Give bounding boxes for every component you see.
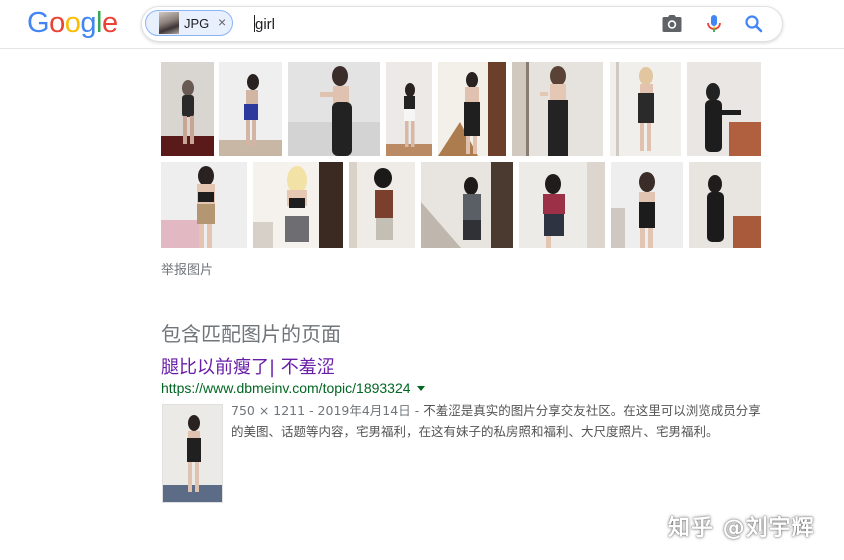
search-header: Google JPG × girl — [0, 0, 844, 49]
result-meta: 750 × 1211 - 2019年4月14日 - — [231, 403, 424, 418]
image-result-thumbnail[interactable] — [349, 162, 415, 248]
search-query-text: girl — [255, 16, 276, 33]
logo-letter: e — [101, 7, 118, 39]
image-result-thumbnail[interactable] — [219, 62, 282, 156]
image-result-thumbnail[interactable] — [438, 62, 506, 156]
image-result-thumbnail[interactable] — [421, 162, 513, 248]
chip-label: JPG — [184, 16, 210, 31]
result-snippet: 750 × 1211 - 2019年4月14日 - 不羞涩是真实的图片分享交友社… — [231, 400, 771, 442]
image-result-thumbnail[interactable] — [687, 62, 761, 156]
section-heading: 包含匹配图片的页面 — [161, 322, 341, 346]
search-icon[interactable] — [743, 14, 765, 34]
image-result-thumbnail[interactable] — [288, 62, 380, 156]
report-images-link[interactable]: 举报图片 — [161, 259, 213, 278]
image-result-thumbnail[interactable] — [253, 162, 343, 248]
logo-letter: o — [64, 7, 81, 39]
image-result-thumbnail[interactable] — [161, 62, 214, 156]
image-result-thumbnail[interactable] — [610, 62, 681, 156]
search-box[interactable]: JPG × girl — [141, 6, 783, 42]
search-input[interactable]: girl — [254, 15, 275, 33]
result-title-link[interactable]: 腿比以前瘦了| 不羞涩 — [161, 353, 335, 379]
image-query-chip[interactable]: JPG × — [145, 10, 233, 36]
image-result-thumbnail[interactable] — [512, 62, 603, 156]
image-result-thumbnail[interactable] — [689, 162, 761, 248]
microphone-icon[interactable] — [703, 14, 725, 34]
dropdown-arrow-icon[interactable] — [416, 386, 425, 391]
image-result-thumbnail[interactable] — [519, 162, 605, 248]
close-icon[interactable]: × — [218, 14, 226, 30]
result-url[interactable]: https://www.dbmeinv.com/topic/1893324 — [161, 380, 425, 396]
google-logo[interactable]: Google — [27, 6, 118, 40]
image-result-thumbnail[interactable] — [386, 62, 432, 156]
result-thumbnail[interactable] — [162, 404, 223, 503]
query-image-thumbnail — [159, 12, 179, 34]
camera-icon[interactable] — [661, 14, 683, 34]
watermark: 知乎 @刘宇辉 — [668, 516, 815, 541]
result-url-text: https://www.dbmeinv.com/topic/1893324 — [161, 380, 411, 396]
image-result-thumbnail[interactable] — [611, 162, 683, 248]
logo-letter: g — [80, 7, 96, 39]
image-result-thumbnail[interactable] — [161, 162, 247, 248]
logo-letter: o — [49, 7, 65, 39]
logo-letter: G — [27, 7, 50, 39]
